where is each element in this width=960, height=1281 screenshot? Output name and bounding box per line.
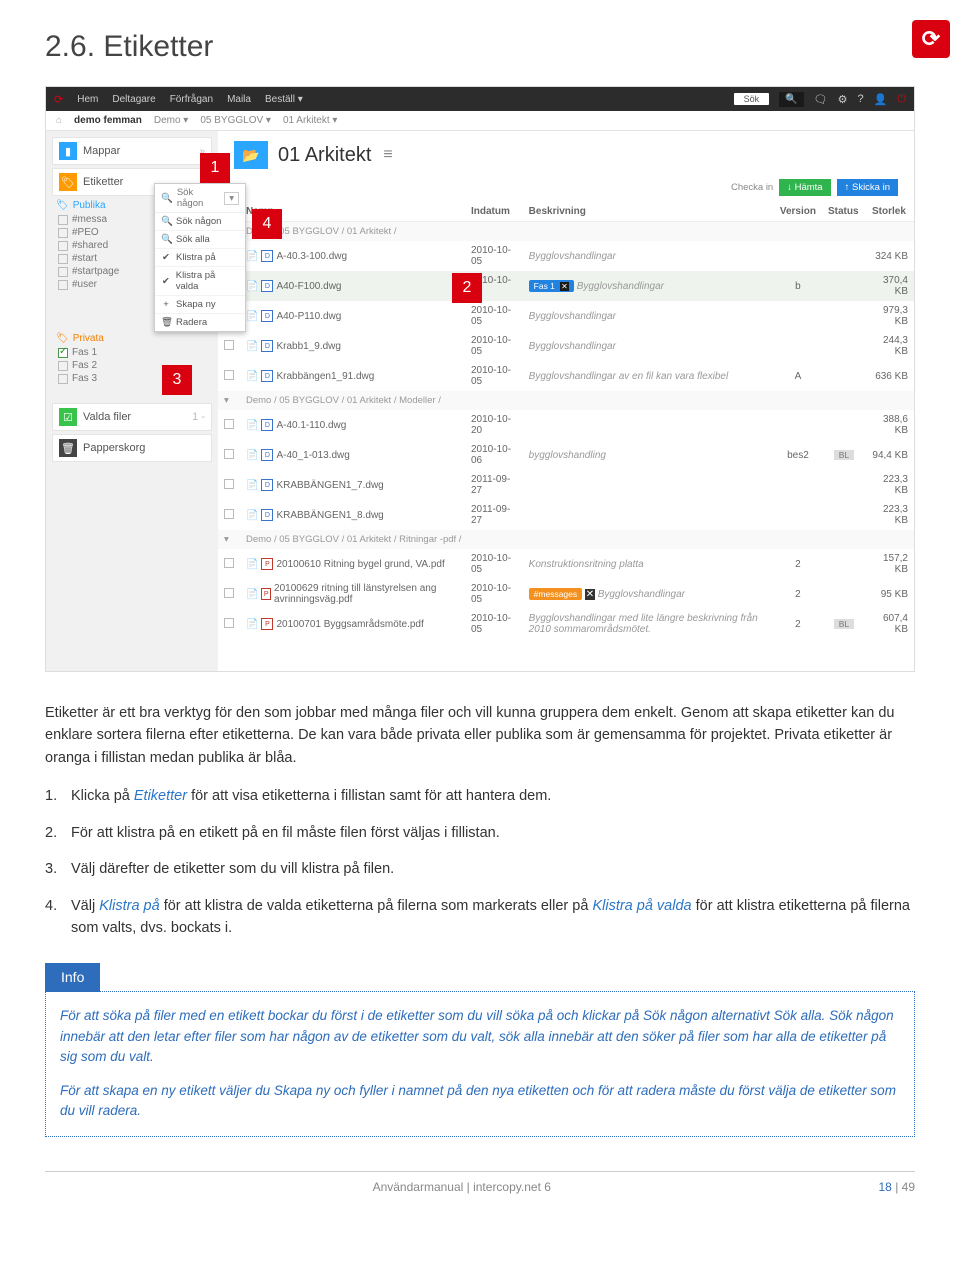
nav-bestall[interactable]: Beställ ▾	[265, 94, 303, 105]
ctx-item[interactable]: +Skapa ny	[155, 295, 245, 313]
trash-icon: 🗑	[59, 439, 77, 457]
app-screenshot: ⟳ Hem Deltagare Förfrågan Maila Beställ …	[45, 86, 915, 672]
nav-deltagare[interactable]: Deltagare	[112, 94, 155, 105]
table-row[interactable]: 📄 P 20100701 Byggsamrådsmöte.pdf2010-10-…	[218, 609, 914, 639]
help-icon[interactable]: ?	[857, 93, 863, 105]
page-number: 18	[879, 1180, 892, 1194]
selected-count: 1 -	[192, 411, 205, 423]
prose: Etiketter är ett bra verktyg för den som…	[45, 702, 915, 1137]
breadcrumb-part[interactable]: 01 Arkitekt ▾	[283, 115, 338, 126]
intro-paragraph: Etiketter är ett bra verktyg för den som…	[45, 702, 915, 769]
nav-maila[interactable]: Maila	[227, 94, 251, 105]
sidebar-item-valda[interactable]: ☑ Valda filer 1 -	[52, 403, 212, 431]
page-total: | 49	[892, 1180, 915, 1194]
callout-1: 1	[200, 153, 230, 183]
folder-icon: ▮	[59, 142, 77, 160]
nav-forfragan[interactable]: Förfrågan	[170, 94, 213, 105]
brand-logo: ⟳	[912, 20, 950, 58]
hamta-button[interactable]: ↓ Hämta	[779, 179, 830, 196]
info-p1: För att söka på filer med en etikett boc…	[60, 1006, 900, 1067]
table-row[interactable]: 📄 D A40-P110.dwg2010-10-05Bygglovshandli…	[218, 301, 914, 331]
ctx-item[interactable]: 🗑Radera	[155, 313, 245, 331]
global-search[interactable]: Sök	[734, 93, 770, 105]
table-row[interactable]: 📄 D Krabb1_9.dwg2010-10-05Bygglovshandli…	[218, 331, 914, 361]
col-version[interactable]: Version	[774, 202, 822, 222]
table-row[interactable]: 📄 D A-40.1-110.dwg2010-10-20388,6 KB	[218, 410, 914, 440]
brand-icon: ⟳	[54, 93, 63, 106]
table-row[interactable]: 📄 D Krabbängen1_91.dwg2010-10-05Bygglovs…	[218, 361, 914, 391]
folder-open-icon: 📂	[234, 141, 268, 169]
sidebar-item-label: Etiketter	[83, 176, 123, 188]
step-4: Välj Klistra på för att klistra de valda…	[71, 895, 915, 940]
chat-icon[interactable]: 🗨	[814, 93, 828, 106]
callout-4: 4	[252, 209, 282, 239]
callout-2: 2	[452, 273, 482, 303]
checka-in-link[interactable]: Checka in	[731, 182, 773, 193]
sidebar-item-label: Valda filer	[83, 411, 131, 423]
search-button[interactable]: 🔍	[779, 92, 803, 107]
main-panel: 📂 01 Arkitekt ≡ Checka in ↓ Hämta ↑ Skic…	[218, 131, 914, 671]
breadcrumb-part[interactable]: Demo ▾	[154, 115, 188, 126]
breadcrumb-part[interactable]: 05 BYGGLOV ▾	[200, 115, 271, 126]
info-box: Info För att söka på filer med en etiket…	[45, 962, 915, 1137]
callout-3: 3	[162, 365, 192, 395]
check-icon: ☑	[59, 408, 77, 426]
table-row[interactable]: 📄 D KRABBÄNGEN1_8.dwg2011-09-27223,3 KB	[218, 500, 914, 530]
etiketter-context-menu: 🔍 Sök någon▾ 🔍Sök någon🔍Sök alla✔Klistra…	[154, 183, 246, 332]
private-tag[interactable]: Fas 1	[56, 346, 212, 359]
col-storlek[interactable]: Storlek	[866, 202, 914, 222]
sidebar-group-privata: 🏷 Privata	[56, 333, 212, 344]
table-row[interactable]: 📄 D KRABBÄNGEN1_7.dwg2011-09-27223,3 KB	[218, 470, 914, 500]
nav-hem[interactable]: Hem	[77, 94, 98, 105]
power-icon[interactable]: ⏻	[897, 93, 906, 106]
col-indatum[interactable]: Indatum	[465, 202, 523, 222]
ctx-item[interactable]: 🔍Sök någon	[155, 213, 245, 230]
ctx-item[interactable]: ✔Klistra på	[155, 248, 245, 266]
info-tab: Info	[45, 963, 100, 993]
sidebar-item-papperskorg[interactable]: 🗑 Papperskorg	[52, 434, 212, 462]
page-footer: Användarmanual | intercopy.net 6 18 | 49	[45, 1171, 915, 1194]
folder-menu-icon[interactable]: ≡	[383, 146, 392, 164]
breadcrumb-project[interactable]: demo femman	[74, 115, 142, 126]
table-row[interactable]: 📄 D A40-F100.dwg2010-10-05Fas 1✕ Bygglov…	[218, 271, 914, 301]
col-beskr[interactable]: Beskrivning	[523, 202, 774, 222]
table-row[interactable]: 📄 P 20100610 Ritning bygel grund, VA.pdf…	[218, 549, 914, 579]
footer-mid: Användarmanual | intercopy.net 6	[45, 1180, 879, 1194]
ctx-item[interactable]: 🔍Sök alla	[155, 230, 245, 248]
step-2: För att klistra på en etikett på en fil …	[71, 822, 915, 844]
table-row[interactable]: 📄 D A-40_1-013.dwg2010-10-06bygglovshand…	[218, 440, 914, 470]
step-1: Klicka på Etiketter för att visa etikett…	[71, 785, 915, 807]
table-row[interactable]: 📄 P 20100629 ritning till länstyrelsen a…	[218, 579, 914, 609]
ctx-search[interactable]: 🔍 Sök någon▾	[155, 184, 245, 213]
home-icon[interactable]: ⌂	[56, 115, 62, 126]
breadcrumb-bar: ⌂ demo femman Demo ▾ 05 BYGGLOV ▾ 01 Ark…	[46, 111, 914, 131]
sidebar-item-mappar[interactable]: ▮ Mappar »	[52, 137, 212, 165]
file-table: Namn Indatum Beskrivning Version Status …	[218, 202, 914, 639]
ctx-item[interactable]: ✔Klistra på valda	[155, 266, 245, 295]
info-p2: För att skapa en ny etikett väljer du Sk…	[60, 1081, 900, 1122]
tag-icon: 🏷	[59, 173, 77, 191]
folder-title: 01 Arkitekt	[278, 144, 371, 167]
step-3: Välj därefter de etiketter som du vill k…	[71, 858, 915, 880]
topbar: ⟳ Hem Deltagare Förfrågan Maila Beställ …	[46, 87, 914, 111]
sidebar-item-label: Mappar	[83, 145, 120, 157]
col-status[interactable]: Status	[822, 202, 866, 222]
page-title: 2.6. Etiketter	[45, 30, 915, 64]
user-icon[interactable]: 👤	[874, 93, 888, 106]
skicka-button[interactable]: ↑ Skicka in	[837, 179, 898, 196]
gear-icon[interactable]: ⚙	[838, 93, 848, 106]
table-row[interactable]: 📄 D A-40.3-100.dwg2010-10-05Bygglovshand…	[218, 241, 914, 271]
sidebar-item-label: Papperskorg	[83, 442, 145, 454]
